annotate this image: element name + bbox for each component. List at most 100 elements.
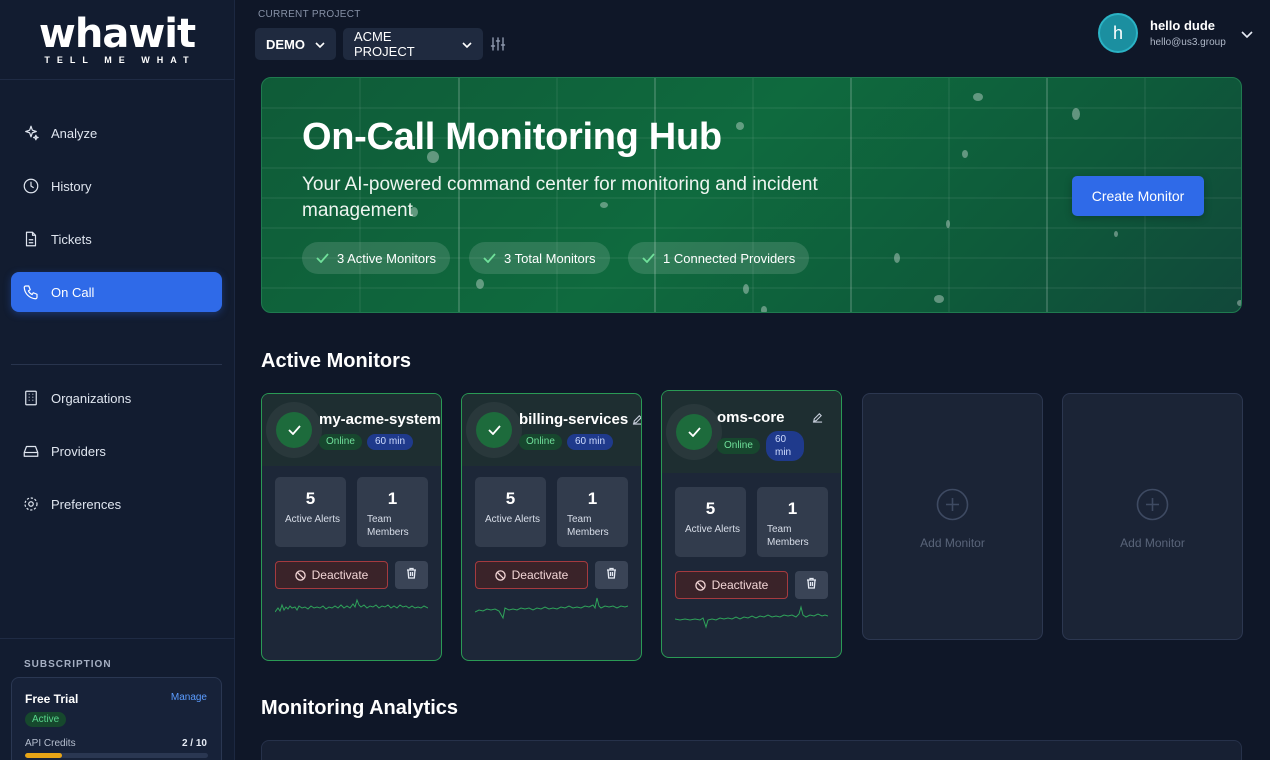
- activity-sparkline: [275, 598, 428, 613]
- trash-icon: [806, 576, 817, 594]
- brand-name: whawit: [38, 10, 196, 57]
- brand-tagline: TELL ME WHAT: [44, 54, 196, 65]
- stat-pill-total-monitors: 3 Total Monitors: [469, 242, 610, 274]
- stat-team-members: 1 Team Members: [357, 477, 428, 547]
- stat-pill-active-monitors: 3 Active Monitors: [302, 242, 450, 274]
- deactivate-button[interactable]: Deactivate: [675, 571, 788, 599]
- sidebar-item-history[interactable]: History: [11, 166, 222, 206]
- section-title-monitoring-analytics: Monitoring Analytics: [261, 697, 459, 719]
- chevron-down-icon: [315, 37, 325, 52]
- chevron-down-icon[interactable]: [1240, 27, 1254, 39]
- sidebar-item-preferences[interactable]: Preferences: [11, 484, 222, 524]
- monitor-name: billing-services: [519, 411, 629, 428]
- stat-value: 5: [505, 489, 516, 508]
- credits-value: 2 / 10: [181, 738, 207, 749]
- subscription-title: SUBSCRIPTION: [24, 659, 112, 670]
- org-select[interactable]: DEMO: [255, 28, 336, 60]
- stat-pill-connected-providers: 1 Connected Providers: [628, 242, 810, 274]
- sidebar-item-providers[interactable]: Providers: [11, 431, 222, 471]
- sidebar-item-label: Providers: [51, 443, 106, 459]
- project-select[interactable]: ACME PROJECT: [343, 28, 483, 60]
- monitor-card-header: my-acme-system Online 60 min: [262, 394, 441, 466]
- subscription-panel: SUBSCRIPTION Free Trial Manage Active AP…: [0, 638, 235, 760]
- add-monitor-label: Add Monitor: [1120, 536, 1185, 550]
- stat-label: Team Members: [367, 514, 409, 538]
- nav-secondary: Organizations Providers Preferences: [11, 378, 222, 537]
- sidebar-item-label: Analyze: [51, 125, 98, 141]
- stat-label: Active Alerts: [685, 524, 741, 535]
- monitor-card[interactable]: my-acme-system Online 60 min 5 Active Al…: [261, 393, 442, 661]
- brand-logo[interactable]: whawit TELL ME WHAT: [0, 0, 234, 80]
- stat-active-alerts: 5 Active Alerts: [475, 477, 546, 547]
- create-monitor-button[interactable]: Create Monitor: [1072, 176, 1204, 216]
- check-icon: [316, 251, 329, 266]
- add-monitor-label: Add Monitor: [920, 536, 985, 550]
- monitor-name: my-acme-system: [319, 411, 441, 428]
- delete-button[interactable]: [395, 561, 428, 589]
- activity-sparkline: [475, 597, 628, 620]
- monitor-card[interactable]: oms-core Online 60 min 5 Active Alerts 1…: [661, 390, 842, 658]
- stat-label: Active Alerts: [285, 514, 341, 525]
- stat-team-members: 1 Team Members: [757, 487, 828, 557]
- sidebar-item-label: Tickets: [51, 231, 92, 247]
- plan-name: Free Trial: [25, 692, 79, 706]
- trash-icon: [406, 566, 417, 584]
- stat-value: 5: [305, 489, 316, 508]
- check-icon: [483, 251, 496, 266]
- nav-primary: Analyze History Tickets On Call: [11, 113, 222, 325]
- sidebar-item-tickets[interactable]: Tickets: [11, 219, 222, 259]
- ban-icon: [694, 579, 706, 591]
- delete-button[interactable]: [595, 561, 628, 589]
- sidebar-item-on-call[interactable]: On Call: [11, 272, 222, 312]
- deactivate-label: Deactivate: [711, 578, 769, 592]
- status-badge: Active: [25, 712, 67, 727]
- ban-icon: [294, 569, 306, 581]
- status-badge: Online: [717, 438, 760, 454]
- credits-label: API Credits: [25, 738, 76, 749]
- edit-icon[interactable]: [812, 410, 824, 423]
- deactivate-label: Deactivate: [311, 568, 369, 582]
- deactivate-label: Deactivate: [511, 568, 569, 582]
- section-title-active-monitors: Active Monitors: [261, 350, 412, 372]
- check-circle-icon: [276, 412, 312, 448]
- delete-button[interactable]: [795, 571, 828, 599]
- sliders-icon[interactable]: [490, 36, 506, 52]
- add-monitor-card[interactable]: Add Monitor: [862, 393, 1043, 640]
- project-select-value: ACME PROJECT: [354, 29, 415, 59]
- sidebar-divider: [11, 364, 222, 365]
- deactivate-button[interactable]: Deactivate: [475, 561, 588, 589]
- check-icon: [642, 251, 655, 266]
- avatar[interactable]: h: [1098, 13, 1138, 53]
- stat-value: 1: [587, 489, 598, 508]
- sidebar-item-label: History: [51, 178, 92, 194]
- monitor-name: oms-core: [717, 409, 785, 426]
- stat-active-alerts: 5 Active Alerts: [675, 487, 746, 557]
- deactivate-button[interactable]: Deactivate: [275, 561, 388, 589]
- stat-label: Active Alerts: [485, 514, 541, 525]
- status-badge: Online: [519, 434, 562, 450]
- analytics-panel: [261, 740, 1242, 760]
- clock-icon: [21, 176, 41, 196]
- credits-progress-fill: [25, 753, 62, 758]
- sidebar-item-analyze[interactable]: Analyze: [11, 113, 222, 153]
- trash-icon: [606, 566, 617, 584]
- sidebar: whawit TELL ME WHAT Analyze History Tick…: [0, 0, 235, 760]
- ban-icon: [494, 569, 506, 581]
- add-monitor-card[interactable]: Add Monitor: [1062, 393, 1243, 640]
- plus-circle-icon: [936, 488, 969, 521]
- sidebar-item-organizations[interactable]: Organizations: [11, 378, 222, 418]
- stat-label: Team Members: [567, 514, 609, 538]
- sidebar-item-label: On Call: [51, 284, 95, 300]
- monitor-card-header: billing-services Online 60 min: [462, 394, 641, 466]
- stat-team-members: 1 Team Members: [557, 477, 628, 547]
- hero-subtitle: Your AI-powered command center for monit…: [302, 174, 818, 221]
- check-circle-icon: [476, 412, 512, 448]
- user-name: hello dude: [1150, 18, 1215, 33]
- edit-icon[interactable]: [632, 412, 641, 425]
- manage-link[interactable]: Manage: [171, 692, 207, 703]
- org-select-value: DEMO: [266, 36, 305, 52]
- sidebar-item-label: Preferences: [51, 496, 122, 512]
- monitor-card[interactable]: billing-services Online 60 min 5 Active …: [461, 393, 642, 661]
- stat-value: 5: [705, 499, 716, 518]
- hero-banner: On-Call Monitoring Hub Your AI-powered c…: [261, 77, 1242, 313]
